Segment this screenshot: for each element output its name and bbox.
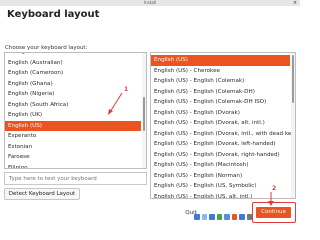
variant-item[interactable]: English (US) - English (Dvorak, right-ha…	[151, 150, 290, 161]
continue-highlight-box: Continue	[252, 202, 296, 223]
taskbar-app-icon[interactable]	[201, 213, 207, 220]
variant-item[interactable]: English (US) - English (Colemak-DH ISO)	[151, 97, 290, 108]
taskbar-icons	[194, 212, 252, 221]
variant-list-scrollbar[interactable]	[291, 53, 295, 198]
detect-layout-button[interactable]: Detect Keyboard Layout	[4, 188, 80, 200]
variant-item[interactable]: English (US) - English (Dvorak, left-han…	[151, 139, 290, 150]
layout-list[interactable]: Georgian English (Australian) English (Cam…	[4, 52, 147, 169]
variant-item[interactable]: English (US) - English (US, Symbolic)	[151, 181, 290, 192]
layout-prompt: Choose your keyboard layout:	[5, 45, 88, 51]
annotation-marker-2: 2	[272, 185, 277, 192]
layout-item[interactable]: English (Nigeria)	[5, 89, 141, 100]
window-title: Install	[143, 0, 157, 5]
variant-item[interactable]: English (US) - English (Dvorak, alt. int…	[151, 118, 290, 129]
taskbar-app-icon[interactable]	[216, 213, 222, 220]
layout-item[interactable]: English (Australian)	[5, 58, 141, 69]
variant-item[interactable]: English (US) - English (Macintosh)	[151, 160, 290, 171]
layout-list-scroll-thumb[interactable]	[143, 97, 145, 131]
taskbar-app-icon[interactable]	[209, 213, 215, 220]
layout-list-scrollbar[interactable]	[142, 53, 146, 168]
layout-item[interactable]: English (South Africa)	[5, 100, 141, 111]
layout-item[interactable]: Faroese	[5, 152, 141, 163]
taskbar-app-icon[interactable]	[224, 213, 230, 220]
keyboard-test-input[interactable]	[4, 172, 147, 185]
variant-item[interactable]: English (US) - English (Norman)	[151, 171, 290, 182]
variant-item[interactable]: English (US) - English (Dvorak)	[151, 108, 290, 119]
variant-item[interactable]: English (US) - English (Dvorak, intl., w…	[151, 129, 295, 140]
layout-item[interactable]: Estonian	[5, 142, 141, 153]
variant-item[interactable]: English (US) - Cherokee	[151, 66, 290, 77]
window-titlebar: Install ×	[0, 0, 300, 6]
variant-item[interactable]: English (US)	[151, 55, 290, 66]
variant-list[interactable]: English (US) English (US) - Cherokee Engli…	[150, 52, 296, 199]
layout-list-items: Georgian English (Australian) English (Cam…	[5, 53, 141, 169]
taskbar-app-icon[interactable]	[231, 213, 237, 220]
close-icon[interactable]: ×	[292, 0, 298, 6]
annotation-marker-1: 1	[124, 86, 129, 93]
taskbar-app-icon[interactable]	[194, 213, 200, 220]
variant-list-scroll-thumb[interactable]	[292, 55, 294, 103]
continue-button[interactable]: Continue	[256, 207, 291, 218]
variant-list-items: English (US) English (US) - Cherokee Engli…	[151, 55, 295, 199]
variant-item[interactable]: English (US) - English (Colemak)	[151, 76, 290, 87]
page-title: Keyboard layout	[7, 9, 100, 20]
taskbar-app-icon[interactable]	[239, 213, 245, 220]
layout-item[interactable]: English (US)	[5, 120, 141, 131]
layout-item[interactable]: English (UK)	[5, 110, 141, 121]
variant-item[interactable]: English (US) - English (US, alt. intl.)	[151, 192, 290, 199]
layout-item[interactable]: Filipino	[5, 163, 141, 169]
variant-item[interactable]: English (US) - English (Colemak-DH)	[151, 87, 290, 98]
layout-item[interactable]: English (Cameroon)	[5, 68, 141, 79]
layout-item[interactable]: English (Ghana)	[5, 79, 141, 90]
layout-item[interactable]: Esperanto	[5, 131, 141, 142]
